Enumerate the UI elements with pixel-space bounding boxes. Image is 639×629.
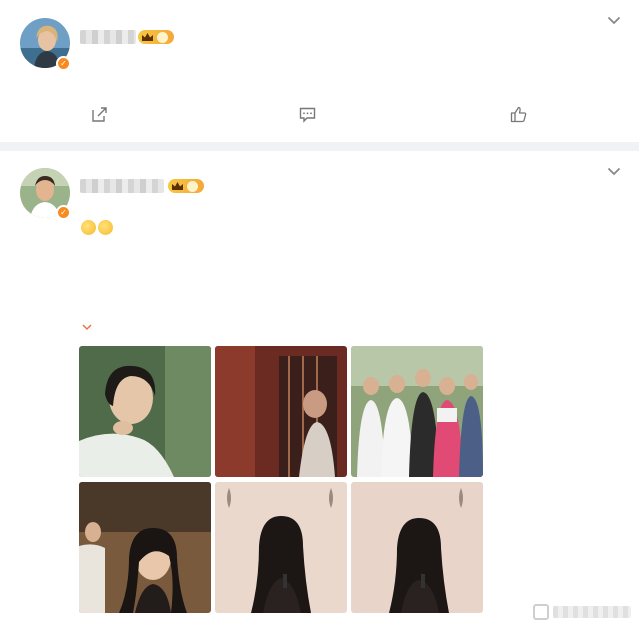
photo-thumbnail[interactable]: [351, 346, 483, 477]
comment-button[interactable]: [299, 106, 324, 123]
username-blurred[interactable]: [80, 179, 164, 193]
watermark: [533, 603, 631, 621]
photo-thumbnail[interactable]: [215, 346, 347, 477]
chevron-down-icon[interactable]: [607, 167, 621, 176]
chevron-down-icon[interactable]: [607, 16, 621, 25]
photo-thumbnail[interactable]: [351, 482, 483, 613]
member-level: [157, 31, 168, 43]
like-icon: [510, 106, 527, 123]
expand-link[interactable]: [80, 321, 92, 336]
member-level: [187, 180, 198, 192]
watermark-blurred-text: [553, 606, 631, 618]
username-blurred[interactable]: [80, 30, 136, 44]
crown-icon: [172, 181, 183, 190]
post-card-2: ✓: [0, 151, 639, 629]
member-badge[interactable]: [138, 30, 174, 44]
post-body: [80, 217, 620, 240]
photo-thumbnail[interactable]: [215, 482, 347, 613]
attachment-preview: [80, 317, 92, 340]
glasses-emoji-icon: [98, 220, 113, 235]
like-button[interactable]: [510, 106, 535, 123]
verified-icon: ✓: [56, 205, 71, 220]
chevron-down-icon: [82, 324, 92, 331]
comment-icon: [299, 107, 316, 123]
crown-icon: [142, 32, 153, 41]
photo-thumbnail[interactable]: [79, 482, 211, 613]
sweat-emoji-icon: [81, 220, 96, 235]
repost-icon: [92, 107, 107, 122]
member-badge[interactable]: [168, 179, 204, 193]
photo-thumbnail[interactable]: [79, 346, 211, 477]
action-bar: [0, 106, 639, 128]
repost-button[interactable]: [91, 106, 116, 123]
post-card-1: ✓: [0, 0, 639, 142]
verified-icon: ✓: [56, 56, 71, 71]
photo-grid: [79, 346, 484, 614]
watermark-icon: [533, 604, 549, 620]
